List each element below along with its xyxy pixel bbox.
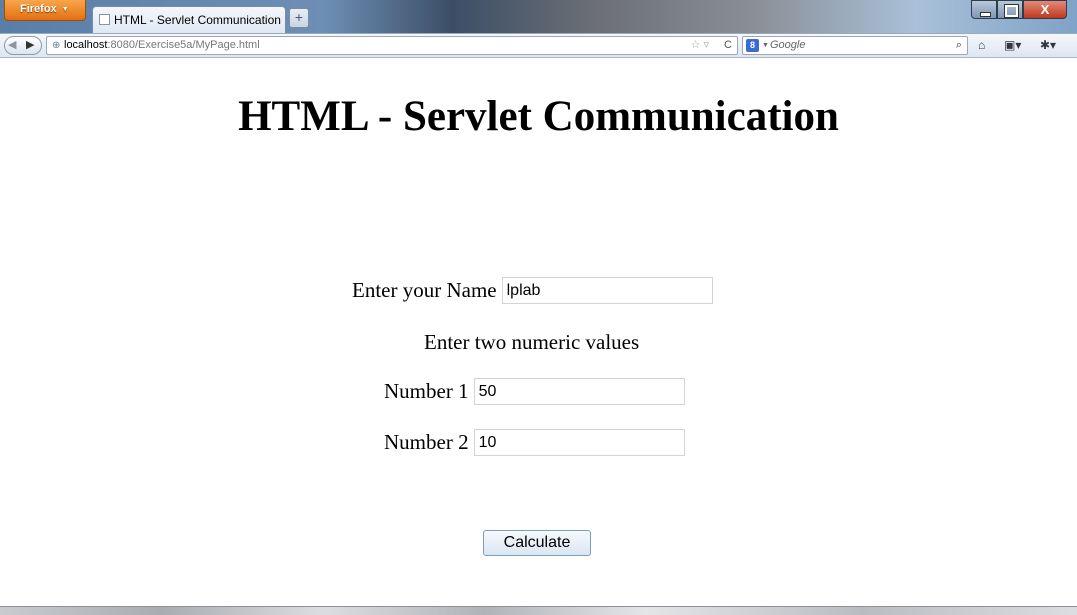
page-favicon-icon <box>99 14 110 25</box>
minimize-button[interactable] <box>971 0 997 19</box>
number1-input[interactable]: 50 <box>473 377 685 405</box>
site-identity-icon[interactable]: ⊕ <box>52 37 60 54</box>
chevron-down-icon: ▼ <box>762 42 769 49</box>
search-engine-icon[interactable]: 8 <box>746 39 759 52</box>
url-path: :8080/Exercise5a/MyPage.html <box>107 39 260 51</box>
number2-row: Number 2 10 <box>384 428 685 456</box>
back-forward-group: ◀ ▶ <box>4 36 42 55</box>
address-bar[interactable]: ⊕ localhost:8080/Exercise5a/MyPage.html … <box>46 36 738 55</box>
number1-row: Number 1 50 <box>384 377 685 405</box>
addon-icon[interactable]: ✱▾ <box>1040 38 1056 53</box>
new-tab-button[interactable]: + <box>289 8 309 28</box>
firefox-menu-label: Firefox <box>20 3 57 15</box>
number2-label: Number 2 <box>384 429 469 454</box>
name-row: Enter your Name lplab <box>352 276 713 304</box>
calculate-button[interactable]: Calculate <box>483 530 591 556</box>
bookmarks-menu-icon[interactable]: ▣▾ <box>1004 38 1021 53</box>
forward-button[interactable]: ▶ <box>26 38 34 51</box>
reload-icon[interactable]: C <box>724 37 732 54</box>
close-window-button[interactable]: X <box>1023 0 1067 19</box>
name-label: Enter your Name <box>352 277 497 302</box>
number1-label: Number 1 <box>384 378 469 403</box>
number2-input[interactable]: 10 <box>473 428 685 456</box>
chevron-down-icon: ▼ <box>61 6 69 13</box>
page-content: HTML - Servlet Communication Enter your … <box>0 58 1077 608</box>
close-icon: X <box>1040 2 1050 17</box>
bookmark-star-icon[interactable]: ☆ ▿ <box>691 37 709 54</box>
search-placeholder: Google <box>770 39 806 51</box>
back-button[interactable]: ◀ <box>8 38 16 51</box>
url-text: localhost:8080/Exercise5a/MyPage.html <box>64 37 260 54</box>
search-bar[interactable]: 8 ▼ Google ⌕ <box>742 36 968 55</box>
search-icon[interactable]: ⌕ <box>956 37 962 54</box>
window-controls: X <box>971 0 1067 20</box>
window-titlebar: Firefox ▼ HTML - Servlet Communication + … <box>0 0 1077 33</box>
instruction-row: Enter two numeric values <box>424 328 639 355</box>
navigation-toolbar: ◀ ▶ ⊕ localhost:8080/Exercise5a/MyPage.h… <box>0 33 1077 58</box>
tab-label: HTML - Servlet Communication <box>114 13 281 27</box>
firefox-menu-button[interactable]: Firefox ▼ <box>4 0 86 21</box>
home-icon[interactable]: ⌂ <box>978 38 985 53</box>
instruction-text: Enter two numeric values <box>424 329 640 354</box>
page-title: HTML - Servlet Communication <box>238 93 839 140</box>
name-input[interactable]: lplab <box>501 276 713 304</box>
tab-html-servlet-communication[interactable]: HTML - Servlet Communication <box>92 6 286 33</box>
url-host: localhost <box>64 39 108 51</box>
maximize-button[interactable] <box>997 0 1023 19</box>
